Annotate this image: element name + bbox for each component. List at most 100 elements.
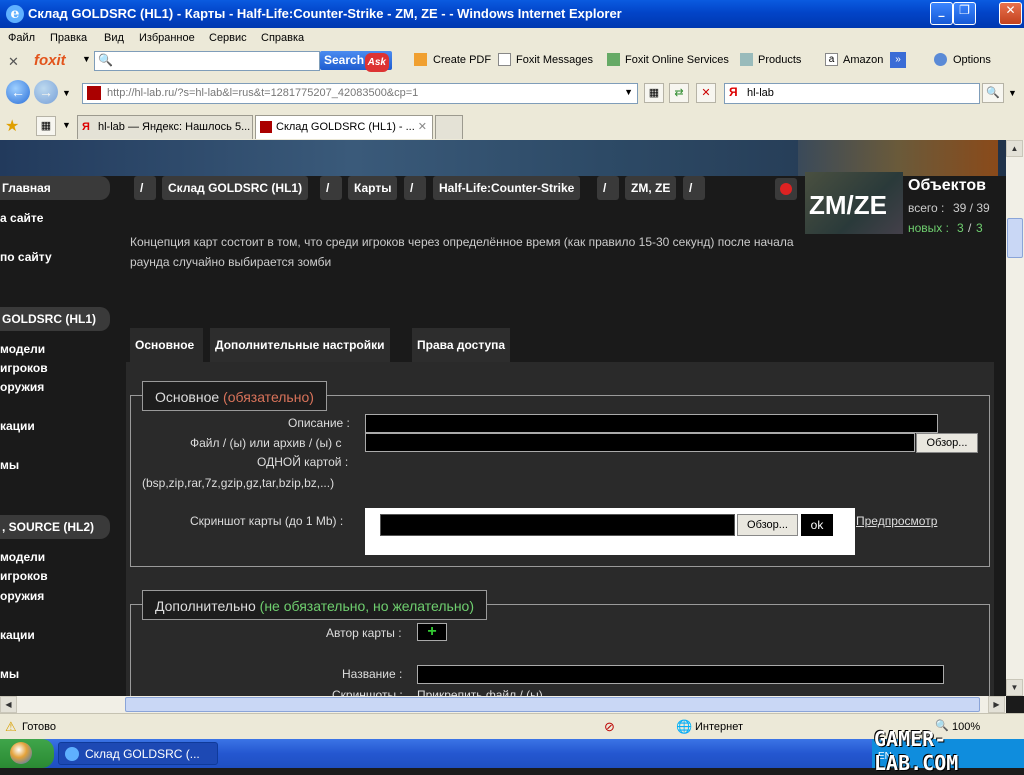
taskbar: Склад GOLDSRC (... EN GAMER-LAB.COM (0, 727, 1024, 775)
tab-list-icon[interactable]: ▼ (62, 120, 71, 130)
file-label-2: ОДНОЙ картой : (257, 455, 349, 469)
yandex-search-input[interactable]: Я hl-lab (724, 83, 980, 104)
foxit-search-button[interactable]: Search Ask (320, 51, 392, 72)
refresh-icon[interactable]: ⇄ (669, 83, 689, 103)
sidebar-section-source[interactable]: , SOURCE (HL2) (0, 515, 110, 539)
sidebar-item-players-2[interactable]: игроков (0, 569, 110, 583)
sidebar-item-maps[interactable]: мы (0, 458, 110, 472)
category-logo: ZM/ZE (805, 172, 903, 234)
create-pdf-button[interactable]: Create PDF (433, 54, 491, 66)
hscrollbar-thumb[interactable] (125, 697, 980, 712)
stop-icon[interactable]: ✕ (696, 83, 716, 103)
sidebar-item-models[interactable]: модели (0, 342, 110, 356)
add-author-icon[interactable]: + (417, 623, 447, 641)
taskbar-item-ie[interactable]: Склад GOLDSRC (... (58, 742, 218, 765)
sidebar-item-weapons-2[interactable]: оружия (0, 589, 110, 603)
sidebar-item-maps-2[interactable]: мы (0, 667, 110, 681)
windows-logo-icon (10, 742, 32, 764)
tab-yandex[interactable]: Я hl-lab — Яндекс: Нашлось 5... (77, 115, 253, 139)
breadcrumb-goldsrc[interactable]: Склад GOLDSRC (HL1) (162, 176, 309, 200)
page-content: Главная а сайте по сайту GOLDSRC (HL1) м… (0, 140, 1006, 696)
preview-link[interactable]: Предпросмотр (856, 514, 937, 528)
name-input[interactable] (417, 665, 944, 684)
sidebar-section-goldsrc[interactable]: GOLDSRC (HL1) (0, 307, 110, 331)
breadcrumb-separator: / (134, 176, 156, 200)
sidebar-item-modifications[interactable]: кации (0, 419, 110, 433)
amazon-button[interactable]: Amazon (843, 54, 883, 66)
tab-extra-settings[interactable]: Дополнительные настройки (210, 328, 390, 362)
attach-files-link[interactable]: Прикрепить файл / (ы) (417, 688, 543, 696)
quick-tabs-icon[interactable]: ▦ (36, 116, 56, 136)
tab-close-icon[interactable]: ✕ (418, 116, 427, 138)
address-dropdown-icon[interactable]: ▼ (624, 87, 633, 97)
foxit-online-services-button[interactable]: Foxit Online Services (625, 54, 729, 66)
maximize-button[interactable]: ❐ (953, 2, 976, 25)
sidebar-item-search[interactable]: по сайту (0, 250, 110, 264)
breadcrumb-separator: / (320, 176, 342, 200)
file-browse-button[interactable]: Обзор... (916, 433, 978, 453)
scroll-down-icon[interactable]: ▼ (1006, 679, 1023, 696)
new-count-a: 3 (957, 221, 964, 235)
popup-blocker-icon[interactable]: ⊘ (604, 719, 615, 735)
foxit-logo[interactable]: foxit (34, 52, 66, 69)
menu-favorites[interactable]: Избранное (139, 32, 195, 44)
forward-button[interactable]: → (34, 80, 58, 104)
tab-access-rights[interactable]: Права доступа (412, 328, 511, 362)
favorites-star-icon[interactable]: ★ (5, 116, 19, 136)
menu-help[interactable]: Справка (261, 32, 304, 44)
foxit-menu-arrow-icon[interactable]: ▼ (82, 54, 91, 64)
address-input[interactable]: http://hl-lab.ru/?s=hl-lab&l=rus&t=12817… (82, 83, 638, 104)
search-options-icon[interactable]: ▼ (1008, 88, 1017, 98)
window-title-bar[interactable]: e Склад GOLDSRC (HL1) - Карты - Half-Lif… (0, 0, 1024, 28)
sidebar-item-modifications-2[interactable]: кации (0, 628, 110, 642)
sidebar-item-weapons[interactable]: оружия (0, 380, 110, 394)
products-button[interactable]: Products (758, 54, 801, 66)
screenshot-browse-button[interactable]: Обзор... (737, 514, 798, 536)
tab-sklad[interactable]: Склад GOLDSRC (HL1) - ... ✕ (255, 115, 433, 139)
file-input[interactable] (365, 433, 915, 452)
history-dropdown-icon[interactable]: ▼ (62, 88, 71, 98)
banner-art (798, 140, 998, 176)
breadcrumb-separator: / (683, 176, 705, 200)
screenshot-file-input[interactable] (380, 514, 735, 536)
new-tab-button[interactable] (435, 115, 463, 139)
total-count: 39 / 39 (953, 201, 990, 215)
scrollbar-thumb[interactable] (1007, 218, 1023, 258)
compat-view-icon[interactable]: ▦ (644, 83, 664, 103)
vertical-scrollbar[interactable]: ▲ ▼ (1006, 140, 1024, 696)
tab-main[interactable]: Основное (130, 328, 203, 362)
menu-file[interactable]: Файл (8, 32, 35, 44)
scroll-up-icon[interactable]: ▲ (1006, 140, 1023, 157)
warning-icon: ⚠ (5, 719, 17, 734)
back-button[interactable]: ← (6, 80, 30, 104)
more-chevron-icon[interactable]: » (890, 52, 906, 68)
screenshot-ok-button[interactable]: ok (801, 514, 833, 536)
scroll-right-icon[interactable]: ▶ (988, 696, 1005, 713)
rss-button[interactable] (775, 178, 797, 200)
breadcrumb-maps[interactable]: Карты (348, 176, 398, 200)
breadcrumb-game[interactable]: Half-Life:Counter-Strike (433, 176, 581, 200)
foxit-search-input[interactable]: 🔍 (94, 51, 320, 71)
sidebar-item-about[interactable]: а сайте (0, 211, 110, 225)
sidebar-item-players[interactable]: игроков (0, 361, 110, 375)
status-bar: ⚠ Готово ⊘ 🌐 Интернет 🔍 100% (0, 713, 1024, 740)
scroll-left-icon[interactable]: ◀ (0, 696, 17, 713)
search-go-icon[interactable]: 🔍 (982, 83, 1004, 103)
breadcrumb-zm-ze[interactable]: ZM, ZE (625, 176, 677, 200)
category-description: Концепция карт состоит в том, что среди … (130, 235, 794, 269)
horizontal-scrollbar[interactable]: ◀ ▶ (0, 696, 1006, 713)
menu-tools[interactable]: Сервис (209, 32, 247, 44)
close-toolbar-icon[interactable]: ✕ (8, 54, 19, 70)
required-note: (обязательно) (223, 389, 314, 405)
sidebar-item-models-2[interactable]: модели (0, 550, 110, 564)
options-button[interactable]: Options (953, 54, 991, 66)
description-input[interactable] (365, 414, 938, 433)
menu-edit[interactable]: Правка (50, 32, 87, 44)
sidebar-item-home[interactable]: Главная (0, 176, 110, 200)
amazon-icon: a (825, 53, 838, 66)
minimize-button[interactable]: _ (930, 2, 953, 25)
close-button[interactable]: ✕ (999, 2, 1022, 25)
menu-view[interactable]: Вид (104, 32, 124, 44)
foxit-messages-button[interactable]: Foxit Messages (516, 54, 593, 66)
start-button[interactable] (0, 739, 54, 768)
